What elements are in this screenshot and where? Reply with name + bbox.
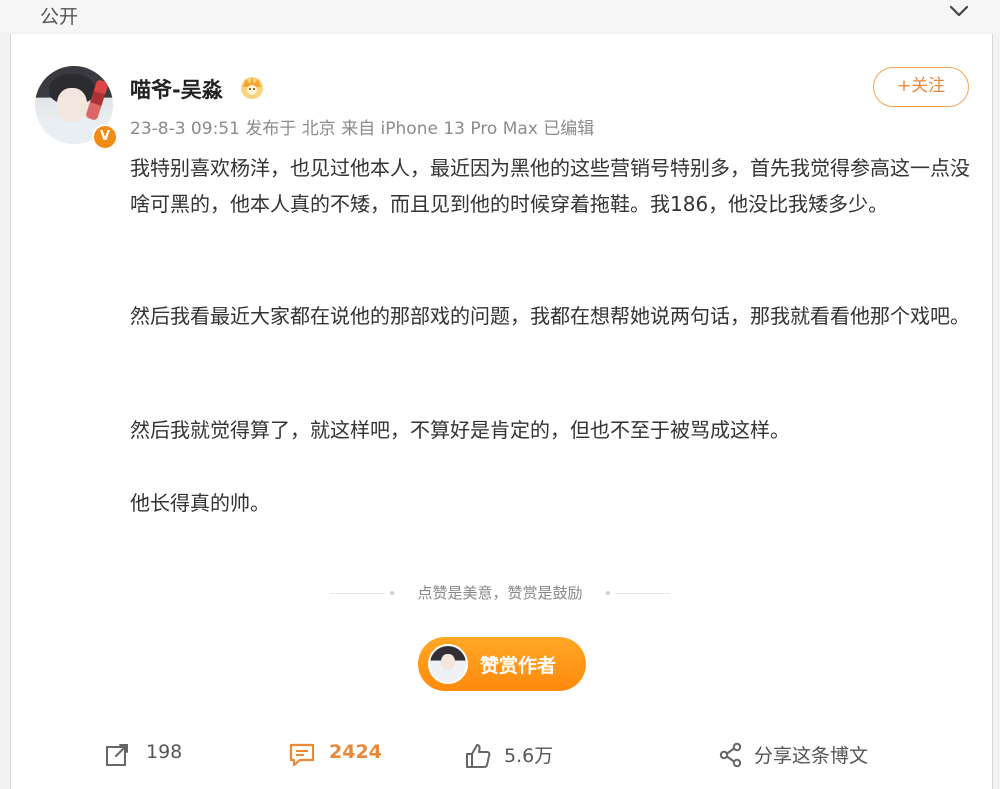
post-meta: 23-8-3 09:51 发布于 北京 来自 iPhone 13 Pro Max…: [130, 119, 595, 139]
top-bar: 公开: [0, 0, 1000, 32]
repost-button[interactable]: 198: [104, 740, 194, 770]
post-paragraph-1: 我特别喜欢杨洋，也见过他本人，最近因为黑他的这些营销号特别多，首先我觉得参高这一…: [130, 156, 970, 216]
chevron-down-icon[interactable]: [948, 4, 970, 18]
repost-count: 198: [146, 741, 183, 763]
reward-divider: 点赞是美意，赞赏是鼓励: [330, 582, 670, 606]
follow-button[interactable]: +关注: [873, 67, 969, 107]
repost-icon: [106, 744, 128, 766]
reward-avatar: [428, 644, 468, 684]
reward-author-button[interactable]: 赞赏作者: [418, 637, 586, 691]
thumbs-up-icon: [466, 744, 491, 768]
like-count: 5.6万: [504, 745, 554, 767]
like-button[interactable]: 5.6万: [464, 740, 564, 770]
comment-button[interactable]: 2424: [288, 740, 398, 770]
post-paragraph-3: 然后我就觉得算了，就这样吧，不算好是肯定的，但也不至于被骂成这样。: [130, 418, 790, 442]
comment-count: 2424: [329, 741, 382, 763]
post-paragraph-2: 然后我看最近大家都在说他的那部戏的问题，我都在想帮她说两句话，那我就看看他那个戏…: [130, 304, 970, 328]
crown-icon: [241, 77, 263, 99]
verified-v-icon: V: [92, 124, 118, 150]
comment-icon: [289, 743, 315, 767]
share-button[interactable]: 分享这条博文: [718, 740, 888, 770]
username[interactable]: 喵爷-吴淼: [130, 74, 223, 104]
reward-label: 赞赏作者: [480, 655, 557, 677]
post-paragraph-4: 他长得真的帅。: [130, 491, 270, 515]
share-label: 分享这条博文: [754, 745, 869, 767]
visibility-label[interactable]: 公开: [40, 2, 78, 29]
share-icon: [719, 742, 742, 768]
